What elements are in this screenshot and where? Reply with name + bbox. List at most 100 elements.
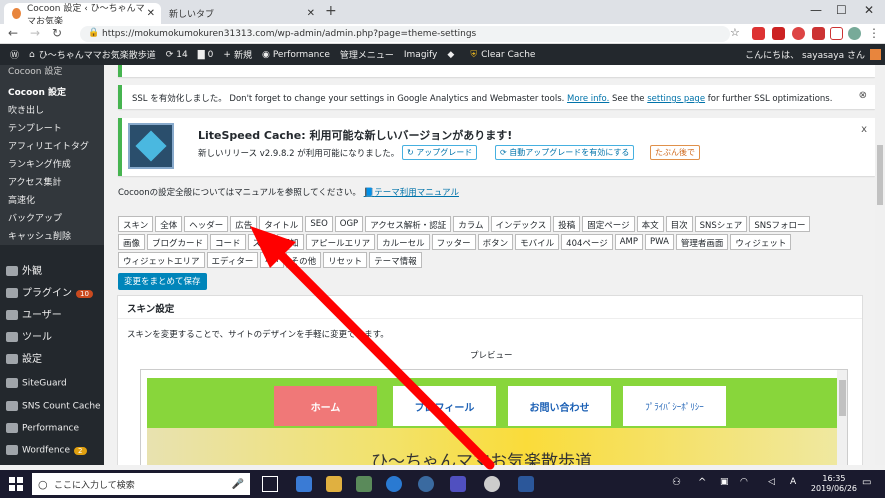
browser-tab-active[interactable]: Cocoon 設定 ‹ ひ〜ちゃんママお気楽 ✕: [4, 3, 161, 27]
settings-tab[interactable]: AMP: [614, 234, 643, 250]
home-icon[interactable]: ⌂: [29, 50, 35, 60]
windows-start-icon[interactable]: [9, 477, 23, 491]
settings-tab[interactable]: モバイル: [515, 234, 560, 250]
updates-count[interactable]: 14: [176, 50, 187, 60]
taskbar-search-input[interactable]: ○ ここに入力して検索 🎤: [32, 473, 250, 495]
task-view-icon[interactable]: [262, 476, 278, 492]
ie-icon[interactable]: [386, 476, 402, 492]
settings-tab[interactable]: テーマ情報: [369, 252, 422, 268]
sidebar-item-wordfence[interactable]: Wordfence 2: [6, 445, 87, 456]
edge-icon[interactable]: [296, 476, 312, 492]
wp-logo-icon[interactable]: Ⓦ: [10, 48, 19, 61]
new-plus-icon[interactable]: +: [223, 50, 231, 60]
settings-tab[interactable]: 画像: [118, 234, 146, 250]
settings-tab[interactable]: 目次: [665, 216, 693, 232]
sidebar-item-sns-count[interactable]: SNS Count Cache: [6, 401, 101, 412]
volume-icon[interactable]: ◁: [768, 477, 775, 487]
site-name-link[interactable]: ひ〜ちゃんママお気楽散歩道: [39, 48, 156, 61]
settings-tab[interactable]: 全体: [155, 216, 183, 232]
settings-tab[interactable]: 通知: [276, 234, 304, 250]
close-tab-icon[interactable]: ✕: [147, 8, 155, 19]
settings-tab[interactable]: インデックス: [490, 216, 552, 232]
wifi-icon[interactable]: ◠: [740, 477, 748, 487]
settings-tab[interactable]: エディター: [206, 252, 259, 268]
browser-tab-new[interactable]: 新しいタブ ✕: [161, 3, 321, 24]
settings-tab[interactable]: コード: [210, 234, 246, 250]
settings-tab[interactable]: 投稿: [553, 216, 581, 232]
tray-app-icon[interactable]: ▣: [720, 477, 729, 487]
sidebar-item-tools[interactable]: ツール: [6, 328, 52, 343]
more-info-link[interactable]: More info.: [567, 94, 609, 104]
save-all-button[interactable]: 変更をまとめて保存: [118, 273, 207, 290]
updates-icon[interactable]: ⟳: [166, 50, 174, 60]
extension-icon[interactable]: [812, 27, 825, 40]
close-tab-icon[interactable]: ✕: [307, 8, 315, 19]
settings-tab[interactable]: フッター: [431, 234, 476, 250]
greeting-link[interactable]: こんにちは、 sayasaya さん: [745, 48, 865, 61]
user-avatar-icon[interactable]: [870, 49, 881, 60]
settings-tab[interactable]: アピールエリア: [305, 234, 376, 250]
comments-count[interactable]: 0: [208, 50, 214, 60]
sidebar-item-backup[interactable]: バックアップ: [8, 211, 62, 224]
url-input[interactable]: 🔒 https://mokumokumokuren31313.com/wp-ad…: [80, 26, 730, 42]
people-icon[interactable]: ⚇: [672, 477, 681, 488]
settings-tab[interactable]: 固定ページ: [582, 216, 635, 232]
settings-tab[interactable]: SNSシェア: [694, 216, 748, 232]
sidebar-item-users[interactable]: ユーザー: [6, 306, 62, 321]
settings-tab[interactable]: 広告: [230, 216, 258, 232]
sidebar-top-label[interactable]: Cocoon 設定: [8, 64, 62, 77]
settings-tab[interactable]: OGP: [334, 216, 364, 232]
sidebar-item-settings[interactable]: 設定: [6, 350, 42, 365]
settings-tab[interactable]: その他: [285, 252, 322, 268]
new-link[interactable]: 新規: [234, 48, 252, 61]
comments-icon[interactable]: ▇: [198, 50, 205, 60]
auto-upgrade-button[interactable]: ⟳ 自動アップグレードを有効にする: [495, 145, 635, 160]
window-close-icon[interactable]: ✕: [864, 3, 874, 17]
later-button[interactable]: たぶん後で: [650, 145, 700, 160]
menu-kebab-icon[interactable]: ⋮: [868, 26, 880, 40]
extension-icon[interactable]: [792, 27, 805, 40]
settings-tab[interactable]: ウィジェットエリア: [118, 252, 205, 268]
minimize-icon[interactable]: —: [810, 3, 822, 17]
ime-lang[interactable]: A: [790, 477, 796, 487]
sidebar-item-access[interactable]: アクセス集計: [8, 175, 62, 188]
settings-tab[interactable]: スキ: [247, 234, 275, 250]
maximize-icon[interactable]: ☐: [836, 3, 847, 17]
bookmark-star-icon[interactable]: ☆: [730, 26, 740, 39]
extension-icon[interactable]: [772, 27, 785, 40]
settings-tab[interactable]: リセット: [323, 252, 368, 268]
sidebar-item-plugins[interactable]: プラグイン 10: [6, 284, 93, 299]
dismiss-ssl-notice-icon[interactable]: ⊗: [859, 90, 867, 101]
settings-page-link[interactable]: settings page: [647, 94, 705, 104]
profile-avatar-icon[interactable]: [848, 27, 861, 40]
manual-link[interactable]: 📘テーマ利用マニュアル: [364, 188, 459, 198]
upgrade-button[interactable]: ↻ アップグレード: [402, 145, 478, 160]
sidebar-item-performance[interactable]: Performance: [6, 423, 79, 434]
sidebar-item-cache[interactable]: キャッシュ削除: [8, 229, 71, 242]
page-scrollbar[interactable]: [875, 65, 885, 465]
settings-tab[interactable]: 本文: [636, 216, 664, 232]
settings-tab[interactable]: スキン: [118, 216, 154, 232]
settings-tab[interactable]: ブログカード: [147, 234, 209, 250]
page-scrollbar-thumb[interactable]: [877, 145, 883, 205]
diamond-icon[interactable]: ◆: [447, 50, 454, 60]
word-icon[interactable]: [518, 476, 534, 492]
sidebar-item-cocoon-settings[interactable]: Cocoon 設定: [8, 85, 66, 98]
sidebar-item-appearance[interactable]: 外観: [6, 262, 42, 277]
sidebar-item-balloon[interactable]: 吹き出し: [8, 103, 44, 116]
settings-tab[interactable]: PWA: [645, 234, 674, 250]
sidebar-item-ranking[interactable]: ランキング作成: [8, 157, 71, 170]
settings-tab[interactable]: SEO: [305, 216, 333, 232]
settings-tab[interactable]: 404ページ: [561, 234, 613, 250]
taskbar-clock[interactable]: 16:35 2019/06/26: [811, 474, 857, 494]
store-icon[interactable]: [356, 476, 372, 492]
litespeed-icon[interactable]: ⛨: [470, 50, 477, 60]
settings-tab[interactable]: アクセス解析・認証: [365, 216, 452, 232]
extension-icon[interactable]: [752, 27, 765, 40]
back-icon[interactable]: ←: [8, 26, 18, 40]
extension-icon[interactable]: [830, 27, 843, 40]
dismiss-litespeed-close[interactable]: x: [861, 124, 867, 135]
settings-tab[interactable]: SNSフォロー: [749, 216, 811, 232]
sidebar-item-template[interactable]: テンプレート: [8, 121, 62, 134]
sidebar-item-affiliate[interactable]: アフィリエイトタグ: [8, 139, 89, 152]
